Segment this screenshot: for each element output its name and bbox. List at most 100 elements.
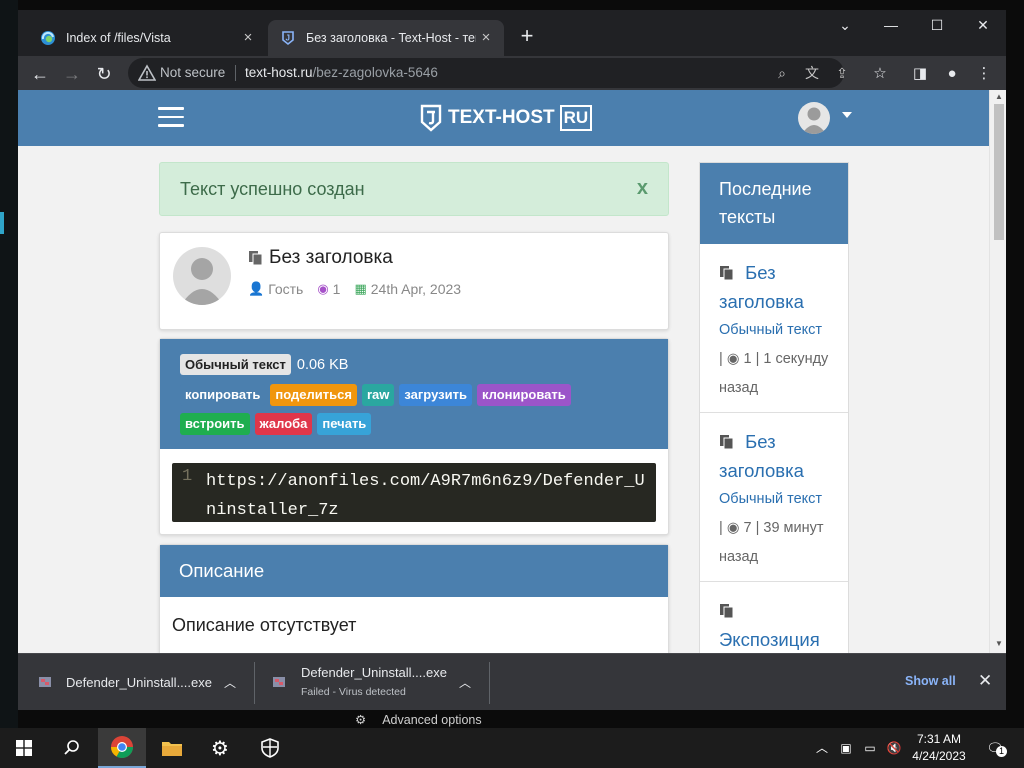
system-clock[interactable]: 7:31 AM 4/24/2023 — [906, 731, 972, 765]
eye-icon: ◉ — [726, 351, 740, 367]
action-button[interactable]: встроить — [180, 413, 250, 435]
site-navbar: TEXT-HOST RU — [18, 90, 989, 146]
action-button[interactable]: копировать — [180, 384, 266, 406]
chevron-up-icon[interactable]: ︿ — [222, 674, 238, 691]
paste-views: 1 — [332, 281, 341, 297]
divider — [235, 65, 236, 81]
notification-center-icon[interactable]: 🗨 1 — [984, 740, 1007, 757]
bookmark-star-icon[interactable]: ☆ — [868, 62, 892, 86]
code-text[interactable]: https://anonfiles.com/A9R7m6n6z9/Defende… — [206, 467, 650, 525]
settings-gear-icon[interactable]: ⚙ — [196, 728, 244, 768]
reload-icon[interactable]: ↻ — [90, 60, 118, 88]
action-button[interactable]: загрузить — [399, 384, 472, 406]
code-block[interactable]: 1 https://anonfiles.com/A9R7m6n6z9/Defen… — [172, 463, 656, 522]
svg-text:J: J — [286, 34, 290, 43]
recent-item-meta: Обычный текст | ◉ 7 | 39 минут назад — [719, 485, 829, 572]
copy-document-icon — [720, 604, 734, 619]
network-icon[interactable]: ▭ — [862, 740, 878, 756]
separator: | — [719, 520, 723, 536]
action-button[interactable]: клонировать — [476, 384, 571, 406]
zoom-search-icon[interactable]: ⌕ — [772, 63, 792, 83]
chevron-up-icon[interactable]: ︿ — [457, 674, 473, 691]
author-avatar — [173, 247, 231, 305]
close-tab-icon[interactable]: × — [478, 30, 494, 46]
user-menu-caret-icon[interactable] — [842, 112, 852, 118]
screen: Index of /files/Vista × J Без заголовка … — [0, 0, 1024, 768]
chrome-taskbar-icon[interactable] — [98, 728, 146, 768]
recent-item-title[interactable]: Без заголовка — [719, 427, 829, 485]
recent-item[interactable]: Без заголовка Обычный текст | ◉ 1 | 1 се… — [700, 244, 848, 413]
edge-icon — [41, 31, 55, 45]
address-bar[interactable]: Not secure text-host.ru/bez-zagolovka-56… — [128, 58, 848, 88]
security-label: Not secure — [160, 65, 226, 80]
minimize-icon[interactable]: — — [868, 10, 914, 40]
file-explorer-icon[interactable] — [148, 728, 196, 768]
forward-icon[interactable]: → — [58, 60, 86, 88]
new-tab-icon[interactable]: + — [516, 25, 538, 48]
gear-icon: ⚙ — [355, 713, 367, 727]
tab-text-host[interactable]: J Без заголовка - Text-Host - текс × — [268, 20, 504, 56]
description-heading: Описание — [160, 545, 668, 597]
recent-item-title[interactable]: Экспозиция — [719, 596, 829, 653]
close-window-icon[interactable]: ✕ — [960, 10, 1006, 40]
action-button[interactable]: печать — [317, 413, 372, 435]
translate-icon[interactable]: 文 — [802, 63, 822, 83]
eye-icon: ◉ — [317, 281, 329, 296]
share-icon[interactable]: ⇪ — [832, 63, 852, 83]
volume-muted-icon[interactable]: 🔇 — [886, 740, 902, 756]
download-item[interactable]: Defender_Uninstall....exe ︿ — [18, 654, 254, 711]
show-all-button[interactable]: Show all — [905, 674, 956, 688]
recent-item[interactable]: Без заголовка Обычный текст | ◉ 7 | 39 м… — [700, 413, 848, 582]
search-icon[interactable] — [48, 728, 96, 768]
action-button[interactable]: поделиться — [270, 384, 357, 406]
alert-close-button[interactable]: x — [637, 177, 648, 200]
separator: | — [719, 351, 723, 367]
menu-kebab-icon[interactable]: ⋮ — [972, 62, 996, 86]
paste-meta-row: 👤 Гость ◉ 1 ▦ 24th Apr, 2023 — [248, 281, 465, 297]
maximize-icon[interactable]: ☐ — [914, 10, 960, 40]
page-scrollbar[interactable]: ▲ ▼ — [989, 90, 1006, 653]
scrollbar-thumb[interactable] — [994, 104, 1004, 240]
clock-time: 7:31 AM — [916, 732, 962, 746]
divider — [489, 662, 490, 704]
recent-item-views: 7 — [743, 520, 752, 536]
description-card: Описание Описание отсутствует — [159, 544, 669, 653]
advanced-options-text: Advanced options — [382, 713, 482, 727]
hamburger-menu-icon[interactable] — [158, 107, 184, 129]
tab-index-files[interactable]: Index of /files/Vista × — [28, 20, 266, 56]
url-text: text-host.ru/bez-zagolovka-5646 — [245, 65, 438, 80]
side-panel-icon[interactable]: ◨ — [908, 62, 932, 86]
logo-text: TEXT-HOST — [448, 107, 555, 128]
clock-date: 4/24/2023 — [912, 749, 966, 763]
recent-item[interactable]: Экспозиция — [700, 582, 848, 653]
paste-type-row: Обычный текст 0.06 KB — [180, 354, 348, 375]
tray-app-icon[interactable]: ▣ — [838, 740, 854, 756]
close-downloads-icon[interactable]: ✕ — [978, 671, 992, 691]
paste-author: Гость — [268, 281, 304, 297]
windows-start-icon[interactable] — [0, 728, 48, 768]
close-tab-icon[interactable]: × — [240, 30, 256, 46]
description-body: Описание отсутствует — [172, 615, 357, 635]
paste-title: Без заголовка — [248, 247, 393, 269]
action-button[interactable]: жалоба — [254, 413, 313, 435]
recent-item-type[interactable]: Обычный текст — [719, 322, 822, 338]
url-path: /bez-zagolovka-5646 — [312, 65, 438, 80]
security-shield-icon[interactable] — [246, 728, 294, 768]
recent-item-title[interactable]: Без заголовка — [719, 258, 829, 316]
download-item-failed[interactable]: Defender_Uninstall....exe Failed - Virus… — [255, 654, 489, 711]
url-host: text-host.ru — [245, 65, 313, 80]
scroll-up-icon[interactable]: ▲ — [994, 92, 1004, 102]
tray-chevron-up-icon[interactable]: ︿ — [814, 740, 830, 756]
recent-item-views: 1 — [743, 351, 752, 367]
scroll-down-icon[interactable]: ▼ — [994, 639, 1004, 649]
action-button[interactable]: raw — [361, 384, 395, 406]
copy-document-icon — [720, 266, 734, 281]
download-filename: Defender_Uninstall....exe — [301, 665, 447, 680]
site-logo[interactable]: TEXT-HOST RU — [420, 103, 593, 133]
back-icon[interactable]: ← — [26, 60, 54, 88]
recent-item-type[interactable]: Обычный текст — [719, 491, 822, 507]
profile-icon[interactable]: ● — [940, 62, 964, 86]
warning-icon — [138, 64, 156, 81]
tab-search-icon[interactable]: ⌄ — [822, 10, 868, 40]
user-avatar[interactable] — [798, 102, 830, 134]
